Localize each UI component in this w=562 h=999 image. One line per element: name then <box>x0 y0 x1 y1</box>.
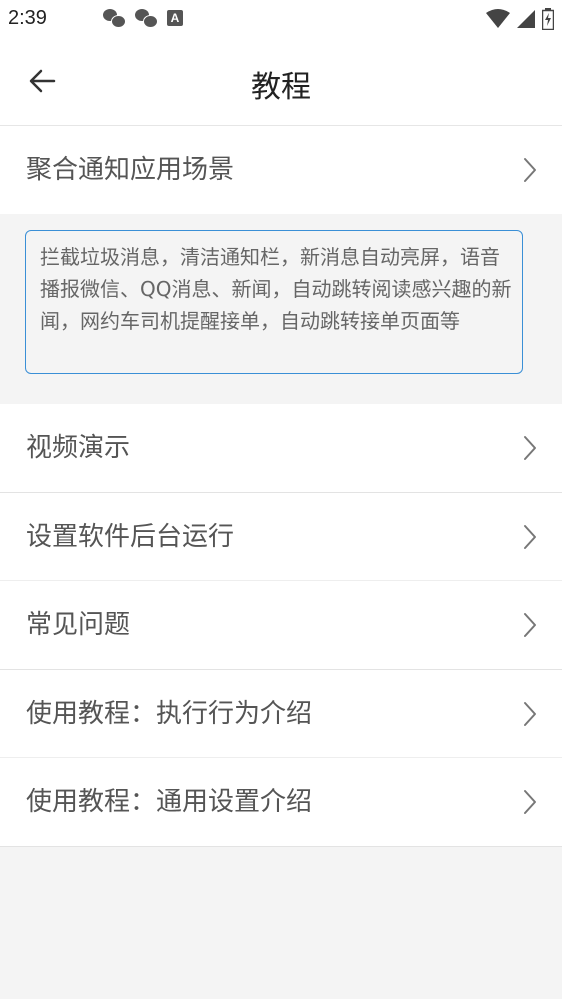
chevron-right-icon <box>524 790 536 814</box>
wifi-icon <box>486 9 510 28</box>
wechat-icon <box>135 9 158 28</box>
chevron-right-icon <box>524 158 536 182</box>
list-item-label: 使用教程：执行行为介绍 <box>26 699 313 729</box>
chevron-right-icon <box>524 436 536 460</box>
list-item-background-run[interactable]: 设置软件后台运行 <box>0 493 562 581</box>
list-item-tutorial-actions[interactable]: 使用教程：执行行为介绍 <box>0 670 562 758</box>
list-item-video-demo[interactable]: 视频演示 <box>0 404 562 492</box>
list-item-label: 常见问题 <box>26 610 131 640</box>
wechat-icon <box>103 9 126 28</box>
list-item-label: 使用教程：通用设置介绍 <box>26 787 313 817</box>
a-icon: A <box>167 10 183 26</box>
list-item-label: 视频演示 <box>26 433 131 463</box>
list-item-tutorial-settings[interactable]: 使用教程：通用设置介绍 <box>0 758 562 846</box>
list-item-faq[interactable]: 常见问题 <box>0 581 562 669</box>
status-bar: 2:39 A <box>0 0 562 38</box>
system-icons <box>486 8 554 30</box>
divider <box>0 846 562 847</box>
list-item-label: 设置软件后台运行 <box>26 522 235 552</box>
page-title: 教程 <box>251 70 311 105</box>
app-header: 教程 <box>0 38 562 126</box>
notification-icons: A <box>103 9 183 28</box>
chevron-right-icon <box>524 613 536 637</box>
list-item-scenarios[interactable]: 聚合通知应用场景 <box>0 126 562 214</box>
status-time: 2:39 <box>8 7 47 29</box>
signal-icon <box>517 10 535 28</box>
description-box: 拦截垃圾消息，清洁通知栏，新消息自动亮屏，语音播报微信、QQ消息、新闻，自动跳转… <box>25 230 523 374</box>
list-item-label: 聚合通知应用场景 <box>26 155 235 185</box>
description-section: 拦截垃圾消息，清洁通知栏，新消息自动亮屏，语音播报微信、QQ消息、新闻，自动跳转… <box>0 214 562 404</box>
chevron-right-icon <box>524 525 536 549</box>
battery-icon <box>542 8 554 30</box>
chevron-right-icon <box>524 702 536 726</box>
